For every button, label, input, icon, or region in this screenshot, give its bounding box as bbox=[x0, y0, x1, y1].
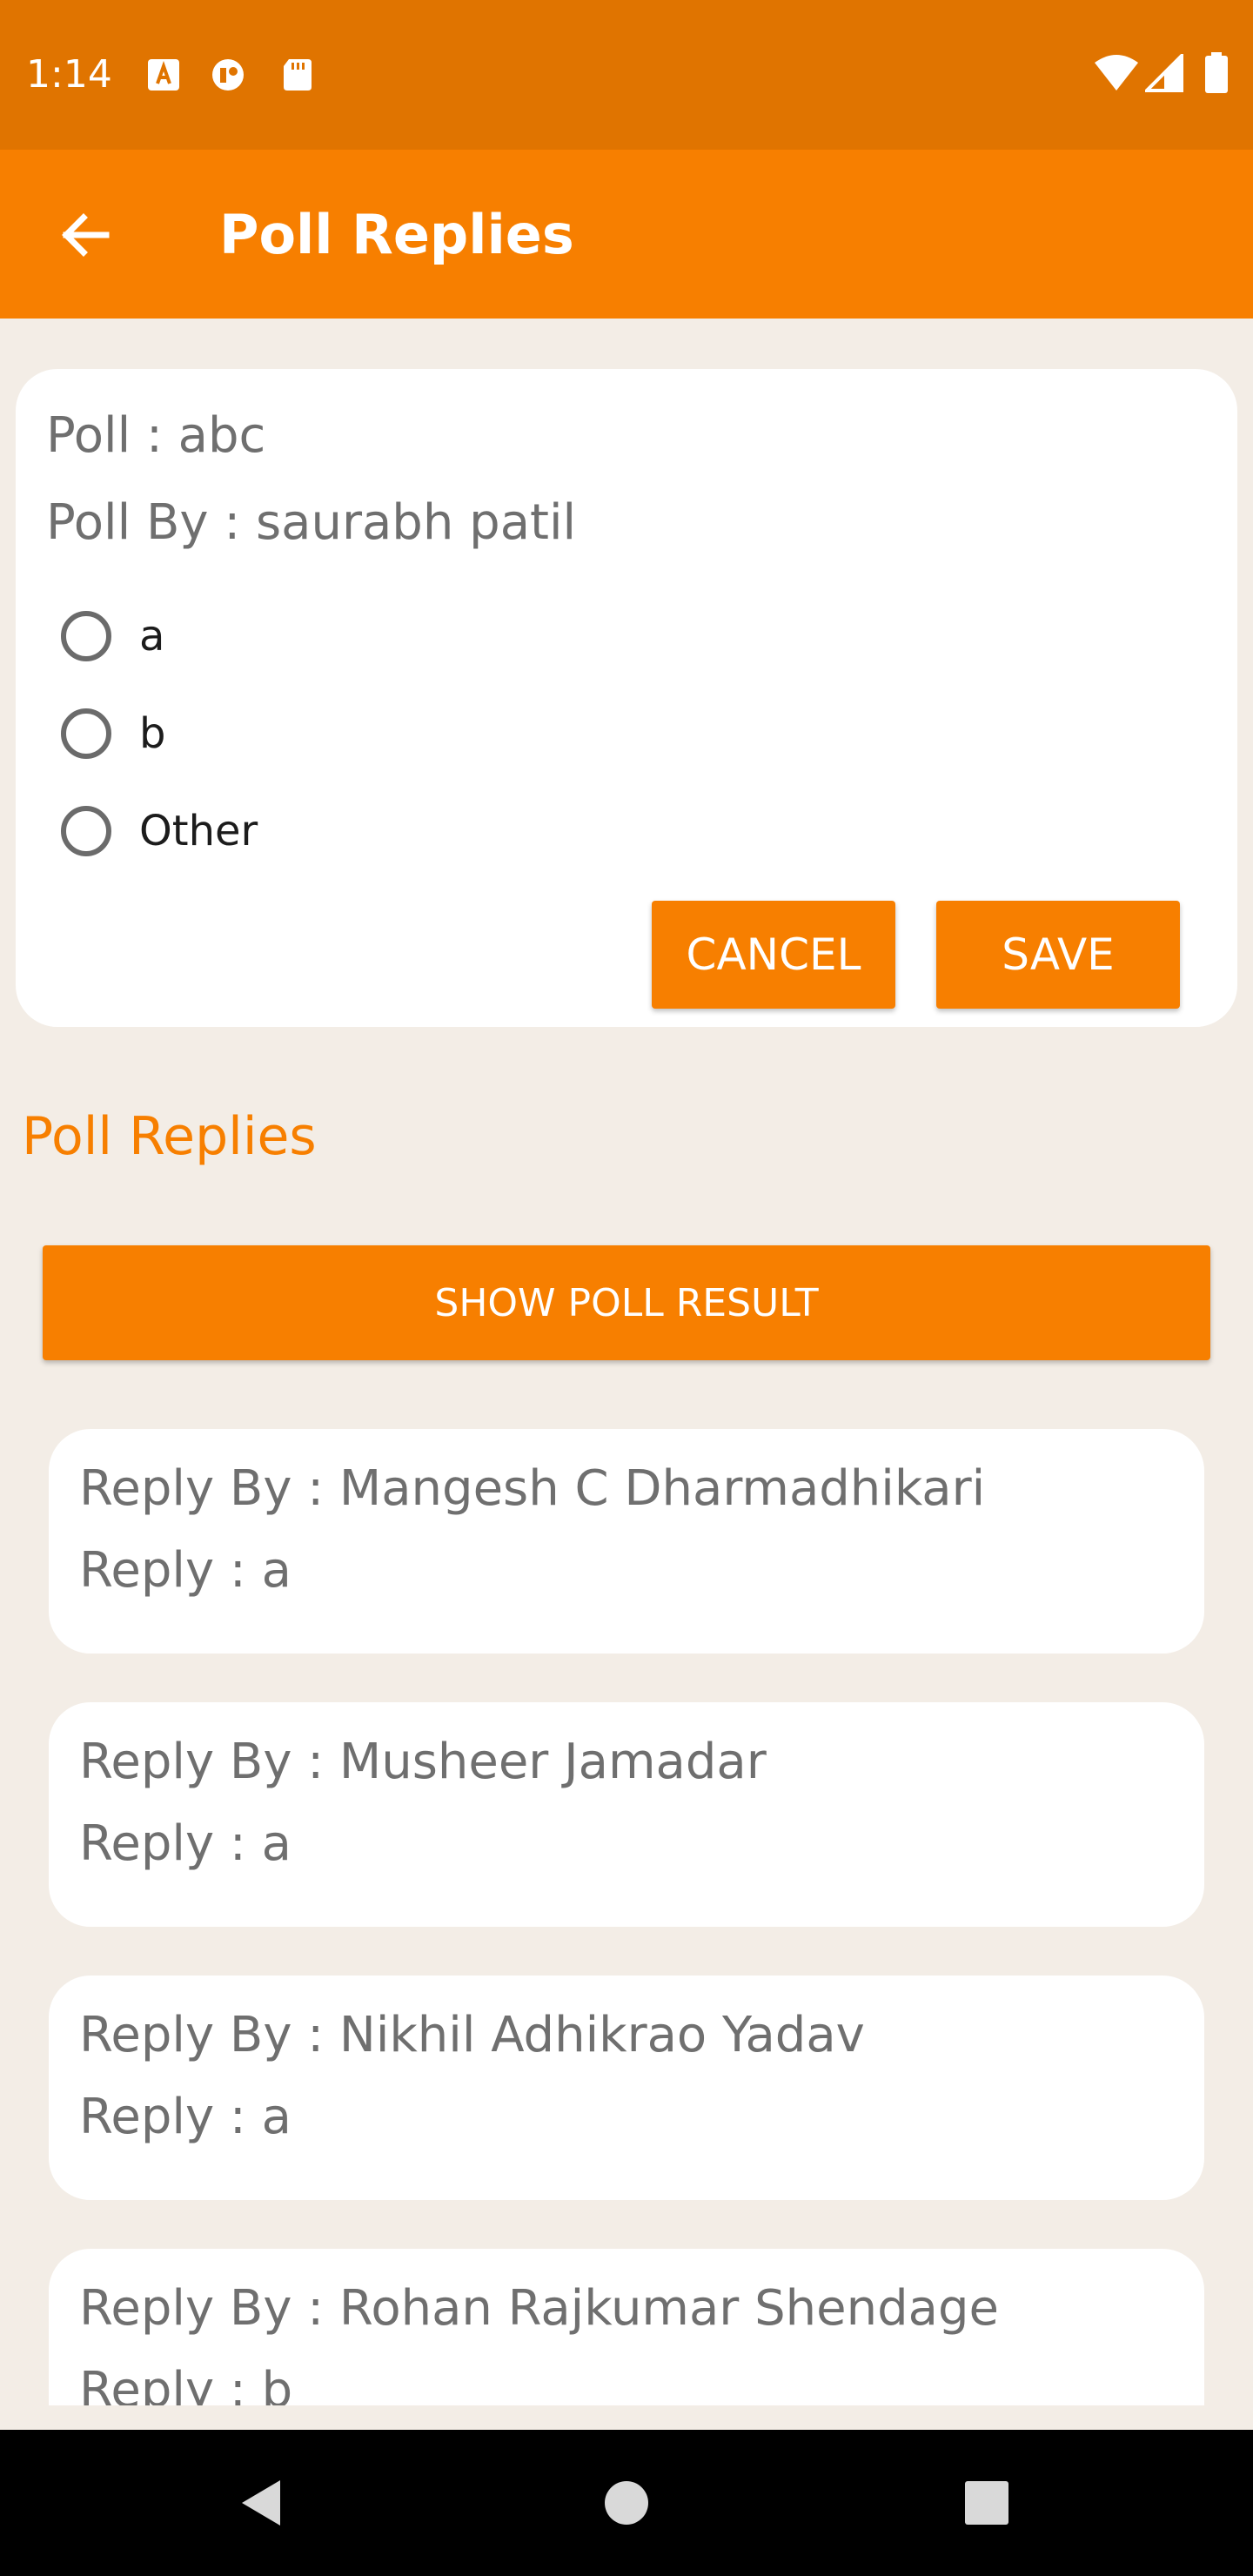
cancel-button[interactable]: CANCEL bbox=[652, 901, 895, 1009]
a-badge-icon bbox=[148, 59, 179, 91]
privacy-icon bbox=[212, 59, 244, 91]
reply-value: Reply : a bbox=[79, 1815, 291, 1872]
reply-by: Reply By : Rohan Rajkumar Shendage bbox=[79, 2280, 999, 2337]
radio-button[interactable] bbox=[61, 708, 111, 759]
home-circle-icon bbox=[605, 2481, 648, 2525]
poll-option-other[interactable]: Other bbox=[61, 792, 583, 870]
radio-button[interactable] bbox=[61, 611, 111, 661]
poll-option-label: Other bbox=[139, 807, 258, 855]
navigation-bar bbox=[0, 2430, 1253, 2576]
cell-signal-icon bbox=[1145, 54, 1183, 92]
reply-card: Reply By : Mangesh C Dharmadhikari Reply… bbox=[49, 1429, 1204, 1654]
reply-by: Reply By : Musheer Jamadar bbox=[79, 1734, 767, 1790]
status-time: 1:14 bbox=[26, 52, 112, 97]
status-bar: 1:14 bbox=[0, 0, 1253, 150]
poll-option-b[interactable]: b bbox=[61, 694, 583, 773]
sd-card-icon bbox=[284, 59, 312, 91]
poll-option-a[interactable]: a bbox=[61, 597, 583, 675]
arrow-left-icon bbox=[62, 213, 110, 257]
recents-square-icon bbox=[965, 2481, 1008, 2525]
reply-by: Reply By : Nikhil Adhikrao Yadav bbox=[79, 2007, 865, 2063]
app-bar: Poll Replies bbox=[0, 150, 1253, 319]
poll-card: Poll : abc Poll By : saurabh patil a b O… bbox=[16, 369, 1237, 1027]
reply-card: Reply By : Rohan Rajkumar Shendage Reply… bbox=[49, 2249, 1204, 2405]
reply-value: Reply : a bbox=[79, 1542, 291, 1599]
wifi-icon bbox=[1095, 55, 1138, 91]
poll-author: Poll By : saurabh patil bbox=[46, 494, 577, 551]
nav-home-button[interactable] bbox=[583, 2459, 670, 2546]
nav-recents-button[interactable] bbox=[943, 2459, 1030, 2546]
battery-icon bbox=[1205, 52, 1228, 93]
section-title: Poll Replies bbox=[22, 1106, 317, 1167]
poll-option-label: b bbox=[139, 709, 166, 758]
reply-value: Reply : b bbox=[79, 2362, 293, 2405]
radio-button[interactable] bbox=[61, 806, 111, 856]
reply-by: Reply By : Mangesh C Dharmadhikari bbox=[79, 1460, 986, 1517]
nav-back-button[interactable] bbox=[218, 2459, 305, 2546]
reply-value: Reply : a bbox=[79, 2089, 291, 2145]
back-triangle-icon bbox=[242, 2480, 280, 2526]
poll-option-label: a bbox=[139, 612, 165, 661]
reply-list[interactable]: Reply By : Mangesh C Dharmadhikari Reply… bbox=[0, 1392, 1253, 2405]
back-button[interactable] bbox=[44, 193, 127, 277]
page-title: Poll Replies bbox=[219, 203, 574, 266]
reply-card: Reply By : Nikhil Adhikrao Yadav Reply :… bbox=[49, 1976, 1204, 2200]
poll-question: Poll : abc bbox=[46, 407, 266, 464]
reply-card: Reply By : Musheer Jamadar Reply : a bbox=[49, 1702, 1204, 1927]
show-poll-result-button[interactable]: SHOW POLL RESULT bbox=[43, 1245, 1210, 1360]
save-button[interactable]: SAVE bbox=[936, 901, 1180, 1009]
